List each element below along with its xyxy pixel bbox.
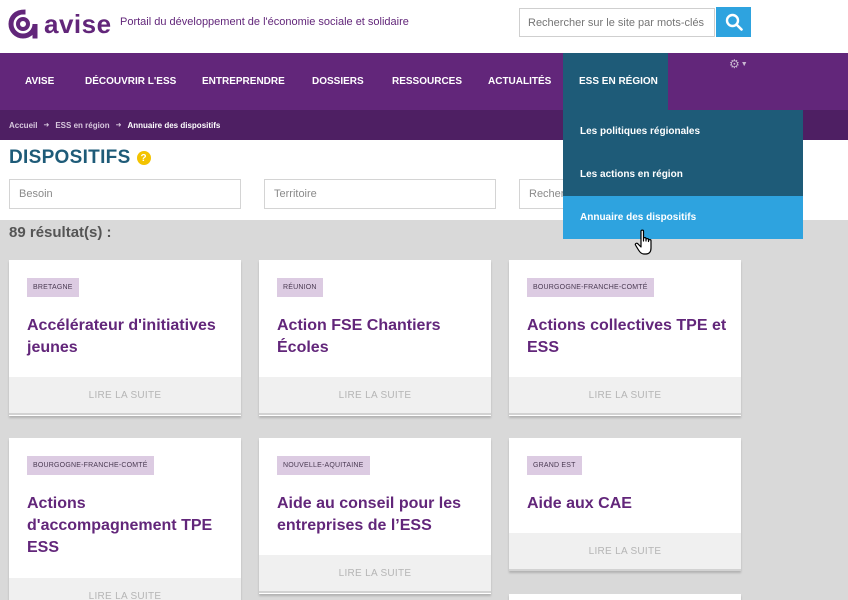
card-title[interactable]: Aide au conseil pour les entreprises de … bbox=[277, 493, 477, 537]
site-search-input[interactable] bbox=[519, 8, 715, 37]
search-icon bbox=[725, 13, 743, 31]
breadcrumb-ess-en-region[interactable]: ESS en région bbox=[55, 121, 109, 130]
card-title[interactable]: Accélérateur d'initiatives jeunes bbox=[27, 315, 227, 359]
caret-down-icon: ▼ bbox=[740, 60, 748, 68]
dispositif-card[interactable]: BOURGOGNE-FRANCHE-COMTÉ Actions d'accomp… bbox=[9, 438, 241, 600]
region-badge: BOURGOGNE-FRANCHE-COMTÉ bbox=[527, 278, 654, 297]
hand-pointer-icon bbox=[634, 229, 652, 255]
read-more-link[interactable]: LIRE LA SUITE bbox=[9, 578, 241, 600]
breadcrumb-arrow-icon: ➜ bbox=[115, 122, 122, 129]
page-title: DISPOSITIFS bbox=[9, 147, 131, 168]
dropdown-item-politiques-regionales[interactable]: Les politiques régionales bbox=[563, 110, 803, 153]
read-more-link[interactable]: LIRE LA SUITE bbox=[509, 533, 741, 571]
nav-item-ressources[interactable]: RESSOURCES bbox=[392, 53, 462, 110]
dispositif-card[interactable]: RÉUNION Action FSE Chantiers Écoles LIRE… bbox=[259, 260, 491, 416]
dispositif-card[interactable]: BOURGOGNE-FRANCHE-COMTÉ Actions collecti… bbox=[509, 260, 741, 416]
gear-icon: ⚙ bbox=[729, 57, 740, 71]
nav-item-avise[interactable]: AVISE bbox=[25, 53, 54, 110]
nav-item-decouvrir[interactable]: DÉCOUVRIR L'ESS bbox=[85, 53, 176, 110]
region-badge: BOURGOGNE-FRANCHE-COMTÉ bbox=[27, 456, 154, 475]
avise-logo-icon bbox=[8, 9, 38, 39]
page-title-row: DISPOSITIFS ? bbox=[9, 147, 151, 169]
dropdown-item-actions-en-region[interactable]: Les actions en région bbox=[563, 153, 803, 196]
region-badge: NOUVELLE-AQUITAINE bbox=[277, 456, 370, 475]
breadcrumb-arrow-icon: ➜ bbox=[43, 122, 50, 129]
region-badge: RÉUNION bbox=[277, 278, 323, 297]
dispositif-card[interactable]: BRETAGNE Accélérateur d'initiatives jeun… bbox=[9, 260, 241, 416]
dispositif-card[interactable] bbox=[509, 594, 741, 600]
nav-item-ess-en-region[interactable]: ESS EN RÉGION bbox=[563, 53, 668, 110]
card-title[interactable]: Actions d'accompagnement TPE ESS bbox=[27, 493, 227, 559]
read-more-link[interactable]: LIRE LA SUITE bbox=[9, 377, 241, 415]
breadcrumb-current: Annuaire des dispositifs bbox=[127, 120, 221, 130]
avise-logo[interactable]: avise bbox=[8, 9, 112, 39]
dispositif-card[interactable]: GRAND EST Aide aux CAE LIRE LA SUITE bbox=[509, 438, 741, 571]
site-header: avise Portail du développement de l'écon… bbox=[0, 0, 848, 53]
nav-item-dossiers[interactable]: DOSSIERS bbox=[312, 53, 364, 110]
card-title[interactable]: Aide aux CAE bbox=[527, 493, 727, 515]
dropdown-item-annuaire-des-dispositifs[interactable]: Annuaire des dispositifs bbox=[563, 196, 803, 239]
nav-item-actualites[interactable]: ACTUALITÉS bbox=[488, 53, 551, 110]
region-badge: BRETAGNE bbox=[27, 278, 79, 297]
besoin-filter[interactable] bbox=[9, 179, 241, 209]
card-title[interactable]: Actions collectives TPE et ESS bbox=[527, 315, 727, 359]
site-tagline: Portail du développement de l'économie s… bbox=[120, 16, 409, 28]
results-count: 89 résultat(s) : bbox=[9, 224, 112, 241]
card-title[interactable]: Action FSE Chantiers Écoles bbox=[277, 315, 477, 359]
nav-item-entreprendre[interactable]: ENTREPRENDRE bbox=[202, 53, 285, 110]
territoire-filter[interactable] bbox=[264, 179, 496, 209]
settings-menu[interactable]: ⚙ ▼ bbox=[729, 57, 748, 71]
dispositif-card[interactable]: NOUVELLE-AQUITAINE Aide au conseil pour … bbox=[259, 438, 491, 594]
search-button[interactable] bbox=[716, 7, 751, 37]
main-nav: AVISE DÉCOUVRIR L'ESS ENTREPRENDRE DOSSI… bbox=[0, 53, 848, 110]
help-icon[interactable]: ? bbox=[136, 151, 151, 165]
logo-text: avise bbox=[44, 8, 112, 39]
read-more-link[interactable]: LIRE LA SUITE bbox=[259, 555, 491, 593]
breadcrumb-accueil[interactable]: Accueil bbox=[9, 121, 37, 130]
read-more-link[interactable]: LIRE LA SUITE bbox=[509, 377, 741, 415]
ess-en-region-dropdown: Les politiques régionales Les actions en… bbox=[563, 110, 803, 239]
read-more-link[interactable]: LIRE LA SUITE bbox=[259, 377, 491, 415]
region-badge: GRAND EST bbox=[527, 456, 582, 475]
